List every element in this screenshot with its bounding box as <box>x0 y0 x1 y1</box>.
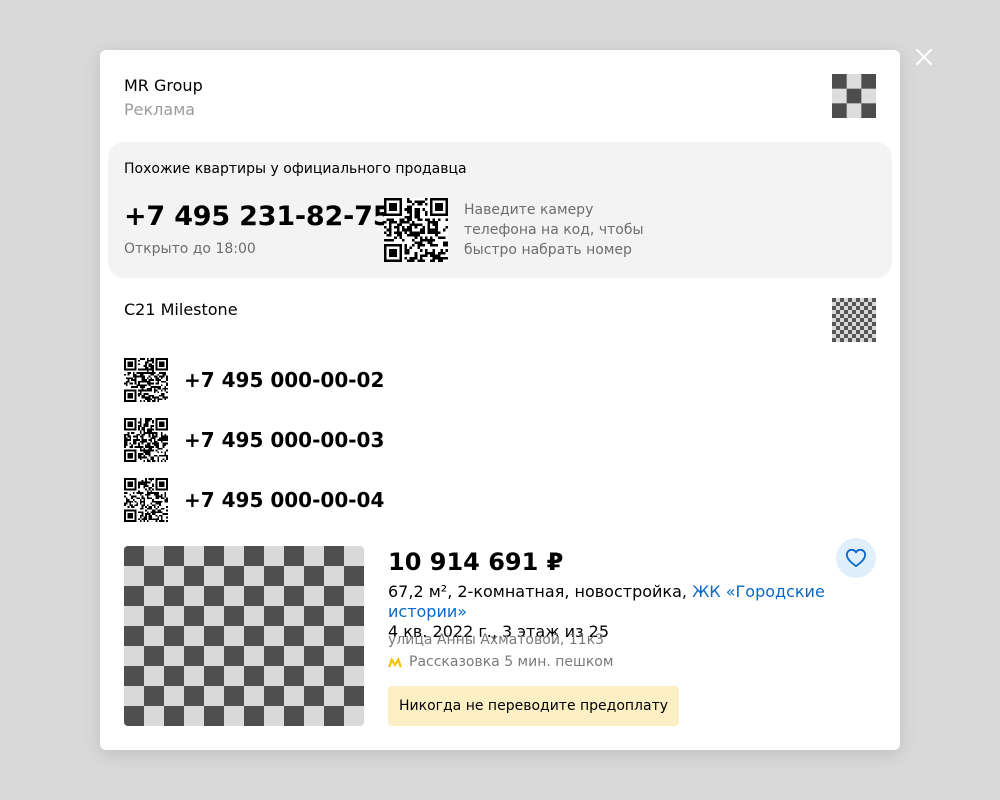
listing-summary-text: 67,2 м², 2-комнатная, новостройка, <box>388 582 693 601</box>
favorite-button[interactable] <box>836 538 876 578</box>
promo-phone[interactable]: +7 495 231-82-75 <box>124 200 391 234</box>
phone-qr-code <box>124 418 168 462</box>
listing-modal: MR Group Реклама Похожие квартиры у офиц… <box>100 50 900 750</box>
promo-qr-hint-line: быстро набрать номер <box>464 242 632 258</box>
listing-summary: 67,2 м², 2-комнатная, новостройка, ЖК «Г… <box>388 582 900 622</box>
close-icon <box>916 49 932 65</box>
listing-photo[interactable] <box>124 546 364 726</box>
metro-icon <box>388 657 402 667</box>
promo-qr-code <box>384 198 448 262</box>
agency-phone-number[interactable]: +7 495 000-00-04 <box>184 488 384 512</box>
promo-hours: Открыто до 18:00 <box>124 241 256 257</box>
metro-text: Рассказовка 5 мин. пешком <box>409 654 614 670</box>
agency-logo[interactable] <box>832 298 876 342</box>
agency-phone-row[interactable]: +7 495 000-00-03 <box>124 418 384 462</box>
listing-address: улица Анны Ахматовой, 11к3 <box>388 632 604 648</box>
close-button[interactable] <box>912 45 936 69</box>
promo-block: Похожие квартиры у официального продавца… <box>108 142 892 278</box>
promo-qr-hint-line: Наведите камеру <box>464 202 594 218</box>
promo-qr-hint-line: телефона на код, чтобы <box>464 222 644 238</box>
agency-phone-row[interactable]: +7 495 000-00-02 <box>124 358 384 402</box>
listing-price: 10 914 691 ₽ <box>388 548 564 576</box>
promo-qr-hint: Наведите камеру телефона на код, чтобы б… <box>464 200 644 260</box>
phone-qr-code <box>124 358 168 402</box>
agency-phone-list: +7 495 000-00-02 +7 495 000-00-03 +7 495… <box>124 358 384 538</box>
agency-phone-number[interactable]: +7 495 000-00-03 <box>184 428 384 452</box>
agency-name[interactable]: C21 Milestone <box>124 300 238 320</box>
advertiser-name[interactable]: MR Group <box>124 76 203 96</box>
advertiser-logo[interactable] <box>832 74 876 118</box>
phone-qr-code <box>124 478 168 522</box>
agency-phone-row[interactable]: +7 495 000-00-04 <box>124 478 384 522</box>
metro-info: Рассказовка 5 мин. пешком <box>388 653 613 671</box>
agency-phone-number[interactable]: +7 495 000-00-02 <box>184 368 384 392</box>
ad-label: Реклама <box>124 100 196 119</box>
heart-icon <box>846 548 866 568</box>
promo-title: Похожие квартиры у официального продавца <box>124 161 467 177</box>
advertiser-block: MR Group Реклама <box>124 76 203 120</box>
prepayment-warning: Никогда не переводите предоплату <box>388 686 680 726</box>
